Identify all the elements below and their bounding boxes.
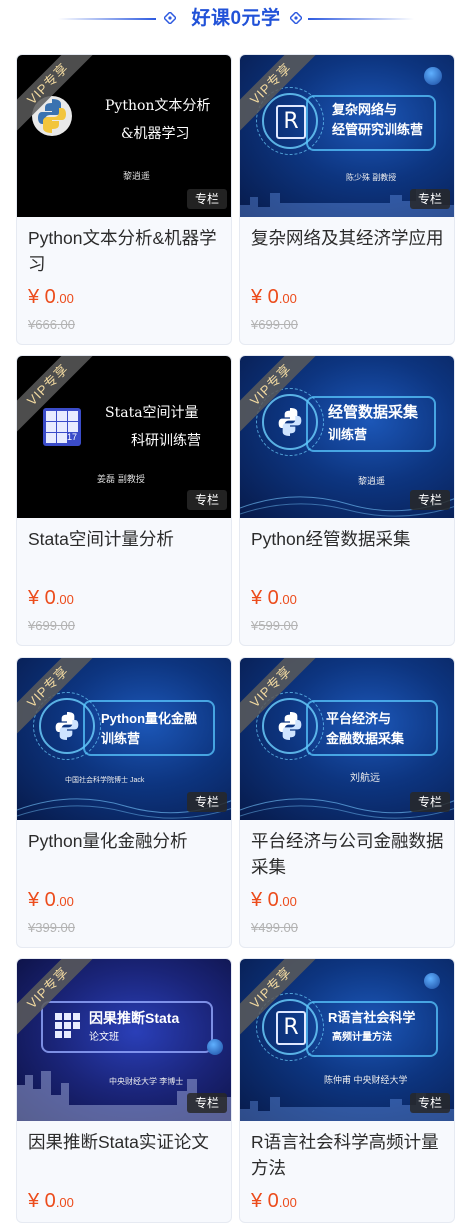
thumb-title-line1: R语言社会科学 bbox=[328, 1010, 416, 1025]
thumb-title-line1: 平台经济与 bbox=[326, 711, 392, 726]
python-logo-icon bbox=[278, 408, 302, 436]
thumb-title-line2: 训练营 bbox=[101, 731, 141, 746]
course-card[interactable]: 17 Stata空间计量 科研训练营 姜磊 副教授 VIP专享 专栏 Stata… bbox=[16, 355, 232, 646]
thumb-title-line1: Stata空间计量 bbox=[105, 405, 199, 421]
original-price: ¥666.00 bbox=[28, 317, 75, 332]
course-title[interactable]: Stata空间计量分析 bbox=[28, 526, 224, 552]
course-card[interactable]: 经管数据采集 训练营 黎逍遥 VIP专享 专栏 Python经管数据采集 ¥ 0… bbox=[239, 355, 455, 646]
course-title[interactable]: 复杂网络及其经济学应用 bbox=[251, 225, 447, 251]
course-price: ¥ 0.00 bbox=[251, 286, 297, 308]
type-badge: 专栏 bbox=[410, 1093, 450, 1113]
type-badge: 专栏 bbox=[187, 792, 227, 812]
course-title[interactable]: Python经管数据采集 bbox=[251, 526, 447, 552]
original-price: ¥499.00 bbox=[251, 920, 298, 935]
thumb-title-line2: 论文班 bbox=[89, 1032, 119, 1043]
type-badge: 专栏 bbox=[187, 189, 227, 209]
type-badge: 专栏 bbox=[410, 490, 450, 510]
course-title[interactable]: Python文本分析&机器学习 bbox=[28, 225, 224, 277]
stata-grid-icon: 17 bbox=[43, 408, 81, 446]
type-badge: 专栏 bbox=[187, 490, 227, 510]
thumb-title-line1: 复杂网络与 bbox=[332, 102, 398, 117]
course-price: ¥ 0.00 bbox=[251, 889, 297, 911]
section-header: 好课0元学 bbox=[0, 0, 474, 40]
thumb-author: 黎逍遥 bbox=[123, 172, 151, 182]
section-title: 好课0元学 bbox=[191, 8, 281, 29]
original-price: ¥699.00 bbox=[28, 618, 75, 633]
course-price: ¥ 0.00 bbox=[28, 1190, 74, 1212]
course-card[interactable]: Python量化金融 训练营 中国社会科学院博士 Jack VIP专享 专栏 P… bbox=[16, 657, 232, 948]
course-thumbnail[interactable]: 17 Stata空间计量 科研训练营 姜磊 副教授 VIP专享 专栏 bbox=[17, 356, 231, 518]
course-thumbnail[interactable]: R 复杂网络与 经管研究训练营 陈少殊 副教授 VIP专享 专栏 bbox=[240, 55, 454, 217]
type-badge: 专栏 bbox=[410, 189, 450, 209]
course-card[interactable]: Python文本分析 &机器学习 黎逍遥 VIP专享 专栏 Python文本分析… bbox=[16, 54, 232, 345]
diamond-icon bbox=[164, 12, 176, 24]
thumb-title-line2: &机器学习 bbox=[121, 126, 190, 142]
diamond-icon bbox=[290, 12, 302, 24]
course-card[interactable]: 平台经济与 金融数据采集 刘航远 VIP专享 专栏 平台经济与公司金融数据采集 … bbox=[239, 657, 455, 948]
python-logo-icon bbox=[55, 712, 79, 740]
course-price: ¥ 0.00 bbox=[251, 1190, 297, 1212]
header-right-line bbox=[308, 18, 414, 20]
thumb-author: 姜磊 副教授 bbox=[97, 475, 145, 485]
course-title[interactable]: 平台经济与公司金融数据采集 bbox=[251, 828, 447, 880]
stata-grid-icon bbox=[55, 1013, 81, 1039]
course-price: ¥ 0.00 bbox=[28, 286, 74, 308]
planet-decoration bbox=[424, 67, 442, 85]
course-card[interactable]: R R语言社会科学 高频计量方法 陈仲甫 中央财经大学 VIP专享 专栏 R语言… bbox=[239, 958, 455, 1223]
thumb-title-line2: 训练营 bbox=[328, 427, 368, 442]
python-logo-icon bbox=[278, 712, 302, 740]
course-thumbnail[interactable]: 因果推断Stata 论文班 中央财经大学 李博士 VIP专享 专栏 bbox=[17, 959, 231, 1121]
planet-decoration bbox=[207, 1039, 223, 1055]
thumb-title-line1: Python量化金融 bbox=[101, 711, 198, 726]
r-logo-icon: R bbox=[276, 1011, 306, 1045]
r-logo-icon: R bbox=[276, 105, 306, 139]
type-badge: 专栏 bbox=[410, 792, 450, 812]
course-card[interactable]: R 复杂网络与 经管研究训练营 陈少殊 副教授 VIP专享 专栏 复杂网络及其经… bbox=[239, 54, 455, 345]
course-title[interactable]: R语言社会科学高频计量方法 bbox=[251, 1129, 447, 1181]
original-price: ¥699.00 bbox=[251, 317, 298, 332]
course-title[interactable]: 因果推断Stata实证论文 bbox=[28, 1129, 224, 1155]
course-price: ¥ 0.00 bbox=[251, 587, 297, 609]
thumb-title-line1: Python文本分析 bbox=[105, 98, 211, 114]
course-price: ¥ 0.00 bbox=[28, 587, 74, 609]
thumb-title-line1: 经管数据采集 bbox=[328, 404, 419, 421]
type-badge: 专栏 bbox=[187, 1093, 227, 1113]
planet-decoration bbox=[424, 973, 440, 989]
course-thumbnail[interactable]: 经管数据采集 训练营 黎逍遥 VIP专享 专栏 bbox=[240, 356, 454, 518]
course-thumbnail[interactable]: Python文本分析 &机器学习 黎逍遥 VIP专享 专栏 bbox=[17, 55, 231, 217]
original-price: ¥599.00 bbox=[251, 618, 298, 633]
thumb-title-line1: 因果推断Stata bbox=[89, 1010, 180, 1026]
original-price: ¥399.00 bbox=[28, 920, 75, 935]
thumb-title-line2: 科研训练营 bbox=[131, 433, 201, 449]
thumb-title-line2: 金融数据采集 bbox=[326, 731, 405, 746]
course-thumbnail[interactable]: 平台经济与 金融数据采集 刘航远 VIP专享 专栏 bbox=[240, 658, 454, 820]
course-thumbnail[interactable]: Python量化金融 训练营 中国社会科学院博士 Jack VIP专享 专栏 bbox=[17, 658, 231, 820]
course-price: ¥ 0.00 bbox=[28, 889, 74, 911]
course-card[interactable]: 因果推断Stata 论文班 中央财经大学 李博士 VIP专享 专栏 因果推断St… bbox=[16, 958, 232, 1223]
thumb-title-line2: 高频计量方法 bbox=[332, 1032, 392, 1043]
course-title[interactable]: Python量化金融分析 bbox=[28, 828, 224, 854]
thumb-title-line2: 经管研究训练营 bbox=[332, 122, 424, 137]
header-left-line bbox=[58, 18, 156, 20]
course-thumbnail[interactable]: R R语言社会科学 高频计量方法 陈仲甫 中央财经大学 VIP专享 专栏 bbox=[240, 959, 454, 1121]
